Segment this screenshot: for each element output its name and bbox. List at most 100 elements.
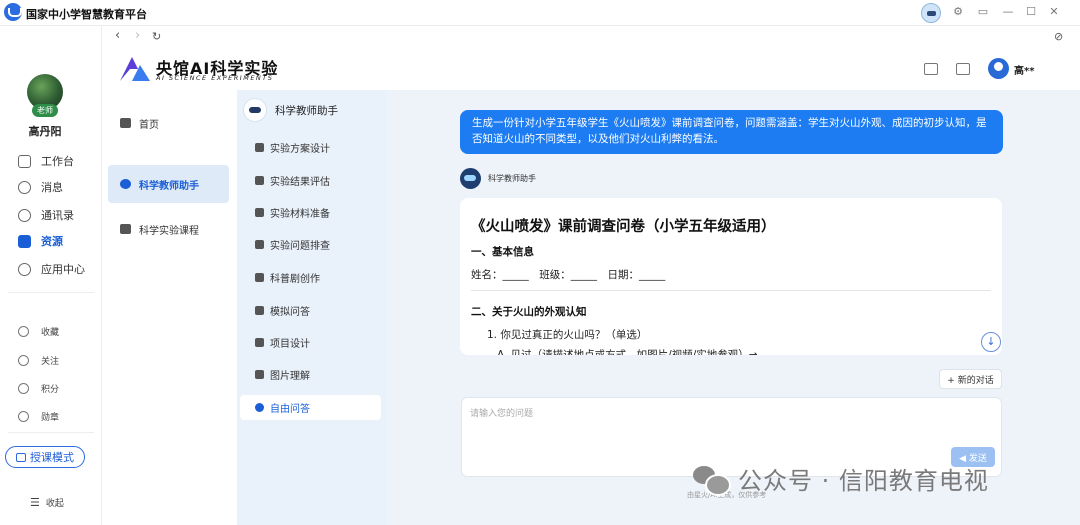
divider [8,292,94,293]
platform-logo-icon [4,3,22,21]
settings-icon[interactable]: ⚙ [950,4,966,20]
block-icon[interactable]: ⊘ [1054,30,1063,43]
answer-section-heading: 一、基本信息 [471,246,534,258]
header-user-name[interactable]: 高** [1014,62,1034,77]
nav-item-following[interactable]: 关注 [18,352,59,368]
app-title: 国家中小学智慧教育平台 [26,8,147,21]
function-label: 科普剧创作 [270,274,320,285]
nav-label: 消息 [41,181,63,194]
function-label: 模拟问答 [270,307,310,318]
new-chat-button[interactable]: + 新的对话 [939,369,1002,389]
function-project-design[interactable]: 项目设计 [240,330,381,355]
mail-icon[interactable] [956,63,970,75]
function-label: 实验材料准备 [270,209,330,220]
teaching-mode-button[interactable]: 授课模式 [5,446,85,468]
function-experiment-design[interactable]: 实验方案设计 [240,135,381,160]
nav-item-favorites[interactable]: 收藏 [18,323,59,339]
home-icon [120,118,131,128]
answer-basic-info: 姓名：_____ 班级：_____ 日期：_____ [471,269,666,281]
image-icon [255,370,264,379]
robot-icon [243,98,267,122]
bot-avatar-icon [460,168,481,189]
assistant-title: 科学教师助手 [243,98,338,122]
question-input[interactable] [470,406,990,446]
file-icon [255,338,264,347]
nav-item-points[interactable]: 积分 [18,380,59,396]
answer-title: 《火山喷发》课前调查问卷（小学五年级适用） [471,219,776,235]
watermark-text: 公众号 · 信阳教育电视 [738,467,989,495]
user-name: 高丹阳 [28,125,62,138]
restore-window-icon[interactable]: ▭ [975,4,991,20]
box-icon [255,208,264,217]
function-material-preparation[interactable]: 实验材料准备 [240,200,381,225]
function-free-qa[interactable]: 自由问答 [240,395,381,420]
brand-subtitle: AI SCIENCE EXPERIMENTS [156,74,274,82]
watermark: 公众号 · 信阳教育电视 [693,461,989,496]
robot-icon [120,179,131,189]
minimize-button[interactable]: — [1000,4,1016,20]
app-center-icon [18,262,31,276]
medal-icon [18,410,29,422]
function-science-drama[interactable]: 科普剧创作 [240,265,381,290]
divider [8,432,94,433]
nav-item-messages[interactable]: 消息 [18,178,63,196]
sidebar-item-label: 科学实验课程 [139,225,199,237]
nav-label: 勋章 [41,412,60,423]
close-button[interactable]: ✕ [1046,4,1062,20]
sidebar-item-experiment-courses[interactable]: 科学实验课程 [108,210,229,248]
title-bar: 国家中小学智慧教育平台 ⚙ ▭ — ☐ ✕ [0,0,1080,26]
document-icon [255,176,264,185]
nav-label: 工作台 [41,155,74,168]
contacts-icon [18,208,31,222]
maximize-button[interactable]: ☐ [1023,4,1039,20]
sidebar-item-home[interactable]: 首页 [108,104,229,142]
function-label: 实验结果评估 [270,177,330,188]
nav-item-contacts[interactable]: 通讯录 [18,206,74,224]
role-badge: 老师 [32,104,58,117]
screen-icon [16,452,26,462]
nav-label: 通讯录 [41,209,74,222]
assistant-title-label: 科学教师助手 [275,104,338,117]
function-label: 图片理解 [270,371,310,382]
bot-name: 科学教师助手 [488,174,536,183]
function-result-evaluation[interactable]: 实验结果评估 [240,168,381,193]
chat-bubble-icon [255,403,264,412]
nav-item-medals[interactable]: 勋章 [18,408,59,424]
book-icon [18,234,31,248]
browser-toolbar: ‹ › ↻ ⊘ [102,26,1080,48]
left-nav: 老师 高丹阳 工作台 消息 通讯录 资源 应用中心 收藏 关注 积分 勋章 授课… [0,26,102,525]
function-label: 实验方案设计 [270,144,330,155]
sidebar-item-science-teacher-assistant[interactable]: 科学教师助手 [108,165,229,203]
assistant-robot-icon[interactable] [921,3,941,23]
nav-label: 关注 [41,356,60,367]
nav-label: 收藏 [41,327,60,338]
nav-label: 资源 [41,235,63,248]
header-avatar[interactable] [988,58,1009,79]
nav-item-app-center[interactable]: 应用中心 [18,260,85,278]
function-image-understanding[interactable]: 图片理解 [240,362,381,387]
search-icon [255,240,264,249]
refresh-icon[interactable]: ↻ [152,30,161,43]
answer-section-heading: 二、关于火山的外观认知 [471,306,587,318]
edit-icon[interactable] [924,63,938,75]
back-icon[interactable]: ‹ [115,28,120,43]
function-simulated-qa[interactable]: 模拟问答 [240,298,381,323]
assistant-function-sidebar: 科学教师助手 实验方案设计 实验结果评估 实验材料准备 实验问题排查 科普剧创作… [237,90,387,525]
teaching-mode-label: 授课模式 [30,451,74,464]
nav-label: 应用中心 [41,263,85,276]
nav-label: 积分 [41,384,60,395]
nav-item-workbench[interactable]: 工作台 [18,152,74,170]
follow-icon [18,354,29,366]
nav-item-resources[interactable]: 资源 [18,232,63,250]
collapse-label: 收起 [45,499,64,509]
chat-area: 生成一份针对小学五年级学生《火山喷发》课前调查问卷，问题需涵盖：学生对火山外观、… [387,90,1080,525]
user-message: 生成一份针对小学五年级学生《火山喷发》课前调查问卷，问题需涵盖：学生对火山外观、… [460,110,1003,154]
module-sidebar: 首页 科学教师助手 科学实验课程 [102,90,237,525]
points-icon [18,382,29,394]
scroll-down-button[interactable]: ↓ [981,332,1001,352]
function-troubleshooting[interactable]: 实验问题排查 [240,232,381,257]
collapse-button[interactable]: ☰ 收起 [30,496,64,509]
answer-option: A. 见过（请描述地点或方式，如图片/视频/实地参观）→ [497,349,758,355]
function-label: 实验问题排查 [270,241,330,252]
forward-icon[interactable]: › [135,28,140,43]
